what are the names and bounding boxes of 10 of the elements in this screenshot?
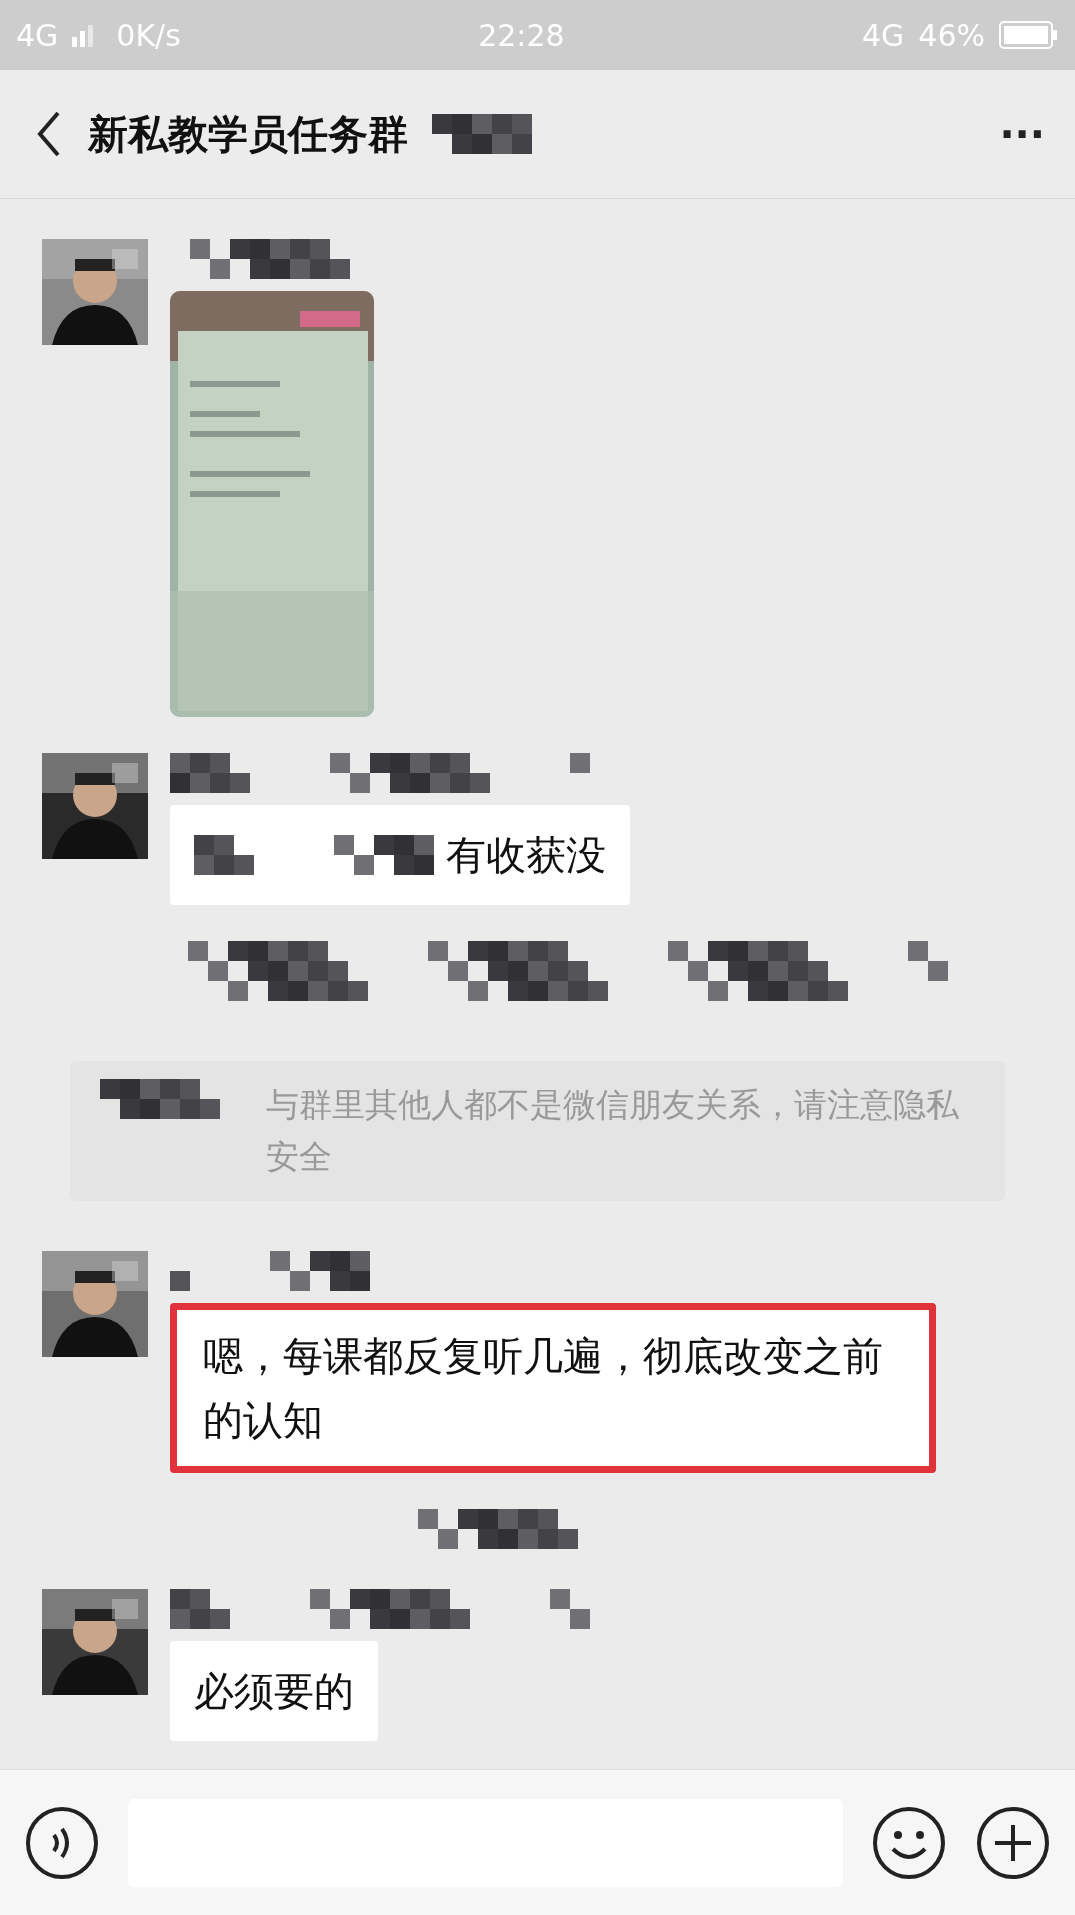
- battery-icon: [999, 21, 1059, 49]
- emoji-icon[interactable]: [871, 1804, 947, 1881]
- message-text: 有收获没: [446, 831, 606, 880]
- more-menu[interactable]: ···: [999, 111, 1045, 157]
- plus-icon[interactable]: [975, 1804, 1051, 1881]
- message-text: 必须要的: [194, 1667, 354, 1716]
- message-text: 嗯，每课都反复听几遍，彻底改变之前的认知: [203, 1332, 884, 1445]
- voice-icon[interactable]: [24, 1804, 100, 1881]
- chat-title: 新私教学员任务群: [88, 109, 408, 159]
- system-notice: 与群里其他人都不是微信朋友关系，请注意隐私安全: [265, 1084, 960, 1178]
